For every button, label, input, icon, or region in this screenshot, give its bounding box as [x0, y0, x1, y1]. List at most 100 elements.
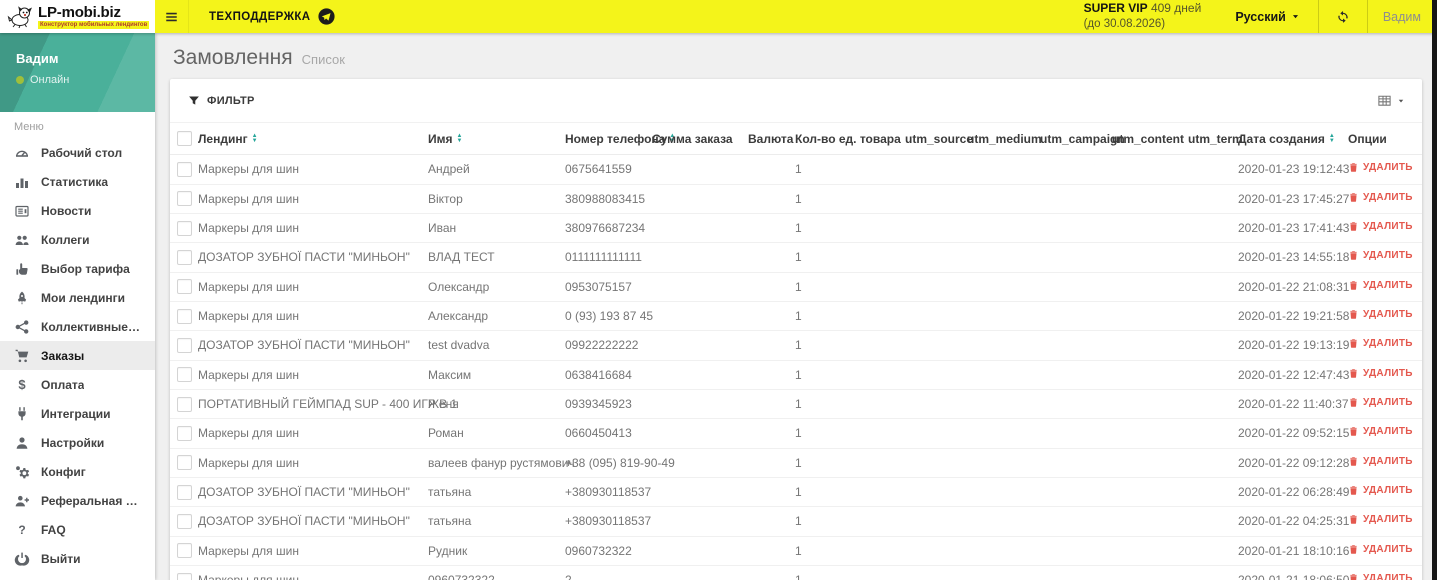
table-row: Маркеры для шин Рудник 0960732322 1 2020…: [170, 535, 1422, 566]
language-selector[interactable]: Русский: [1217, 0, 1318, 33]
column-header-utm-term: utm_term: [1188, 123, 1243, 156]
question-icon: ?: [18, 522, 26, 537]
row-checkbox[interactable]: [177, 308, 192, 324]
page-header: Замовлення Список: [170, 33, 1422, 79]
delete-button[interactable]: УДАЛИТЬ: [1348, 368, 1413, 379]
column-header-name[interactable]: Имя ▲ ▼: [428, 123, 565, 156]
cell-landing: ДОЗАТОР ЗУБНОЇ ПАСТИ "МИНЬОН": [198, 242, 428, 273]
sidebar-item[interactable]: Реферальная программа: [0, 486, 155, 515]
funnel-icon: [188, 95, 200, 107]
delete-button[interactable]: УДАЛИТЬ: [1348, 456, 1413, 467]
sidebar-item[interactable]: Мои лендинги: [0, 283, 155, 312]
sidebar-item[interactable]: Статистика: [0, 167, 155, 196]
row-checkbox[interactable]: [177, 338, 192, 354]
row-checkbox[interactable]: [177, 367, 192, 383]
cell-utm-content: [1112, 418, 1188, 449]
delete-button[interactable]: УДАЛИТЬ: [1348, 162, 1413, 173]
cell-qty: 1: [795, 162, 802, 177]
sidebar-item[interactable]: $ Оплата: [0, 370, 155, 399]
delete-button[interactable]: УДАЛИТЬ: [1348, 397, 1413, 408]
cell-options: УДАЛИТЬ: [1348, 359, 1422, 390]
cell-qty: 1: [795, 476, 905, 507]
sidebar-item[interactable]: Новости: [0, 196, 155, 225]
row-checkbox[interactable]: [177, 162, 192, 178]
topbar-yellow-area: ТЕХПОДДЕРЖКА SUPER VIP 409 дней (до 30.0…: [155, 0, 1437, 33]
delete-button[interactable]: УДАЛИТЬ: [1348, 221, 1413, 232]
sidebar-item[interactable]: Настройки: [0, 428, 155, 457]
row-checkbox[interactable]: [177, 250, 192, 266]
cell-phone: 09922222222: [565, 330, 652, 361]
table-row: Маркеры для шин Александр 0 (93) 193 87 …: [170, 300, 1422, 331]
column-header-created[interactable]: Дата создания ▲ ▼: [1238, 123, 1348, 156]
delete-button[interactable]: УДАЛИТЬ: [1348, 309, 1413, 320]
sidebar-item-label: Реферальная программа: [41, 493, 141, 508]
delete-button[interactable]: УДАЛИТЬ: [1348, 192, 1413, 203]
filter-button[interactable]: ФИЛЬТР: [188, 95, 255, 107]
cell-created: 2020-01-22 09:52:15: [1238, 418, 1349, 449]
delete-button[interactable]: УДАЛИТЬ: [1348, 338, 1413, 349]
sidebar-item[interactable]: Выбор тарифа: [0, 254, 155, 283]
cell-options: УДАЛИТЬ: [1348, 330, 1422, 361]
row-checkbox[interactable]: [177, 220, 192, 236]
news-icon: [14, 203, 30, 219]
cell-utm-source: [905, 506, 967, 537]
cell-utm-campaign: [1040, 506, 1112, 537]
cell-options: УДАЛИТЬ: [1348, 212, 1422, 243]
vertical-scrollbar[interactable]: [1432, 0, 1437, 580]
sidebar-item[interactable]: ? FAQ: [0, 515, 155, 544]
row-checkbox[interactable]: [177, 396, 192, 412]
sidebar-item[interactable]: Коллеги: [0, 225, 155, 254]
sidebar-item[interactable]: Рабочий стол: [0, 138, 155, 167]
sidebar-item[interactable]: Интеграции: [0, 399, 155, 428]
cell-name: Роман: [428, 418, 565, 449]
row-checkbox[interactable]: [177, 543, 192, 559]
table-header-row: Лендинг ▲ ▼ Имя ▲ ▼ Номер телефона ▲ ▼ Сумма з…: [170, 123, 1422, 156]
support-button[interactable]: ТЕХПОДДЕРЖКА: [189, 0, 355, 33]
cell-phone: +380930118537: [565, 506, 652, 537]
hamburger-icon: [164, 10, 179, 24]
cell-qty: 1: [795, 330, 905, 361]
cell-utm-content: [1112, 271, 1188, 302]
column-header-phone[interactable]: Номер телефона ▲ ▼: [565, 123, 675, 156]
row-checkbox[interactable]: [177, 191, 192, 207]
cell-options: УДАЛИТЬ: [1348, 476, 1422, 507]
columns-settings-button[interactable]: [1377, 93, 1405, 108]
column-header-landing[interactable]: Лендинг ▲ ▼: [198, 123, 428, 156]
row-checkbox[interactable]: [177, 279, 192, 295]
cell-utm-campaign: [1040, 242, 1112, 273]
delete-button[interactable]: УДАЛИТЬ: [1348, 280, 1413, 291]
cell-created: 2020-01-21 18:06:50: [1238, 564, 1349, 580]
cell-utm-campaign: [1040, 271, 1112, 302]
delete-button[interactable]: УДАЛИТЬ: [1348, 426, 1413, 437]
row-checkbox[interactable]: [177, 455, 192, 471]
logo-subtitle: Конструктор мобильных лендингов: [38, 20, 150, 29]
cell-utm-term: [1188, 359, 1238, 390]
cell-utm-medium: [967, 183, 1040, 214]
delete-button[interactable]: УДАЛИТЬ: [1348, 514, 1413, 525]
row-checkbox[interactable]: [177, 514, 192, 530]
sidebar-item[interactable]: Заказы: [0, 341, 155, 370]
plan-until: (до 30.08.2026): [1083, 17, 1166, 30]
cell-utm-source: [905, 359, 967, 390]
row-checkbox[interactable]: [177, 484, 192, 500]
delete-button[interactable]: УДАЛИТЬ: [1348, 544, 1413, 555]
row-checkbox[interactable]: [177, 572, 192, 580]
delete-button[interactable]: УДАЛИТЬ: [1348, 485, 1413, 496]
refresh-button[interactable]: [1319, 0, 1367, 33]
row-checkbox[interactable]: [177, 426, 192, 442]
cell-qty: 1: [795, 418, 905, 449]
delete-button[interactable]: УДАЛИТЬ: [1348, 573, 1413, 580]
topbar-user-menu[interactable]: Вадим: [1368, 0, 1437, 33]
sidebar-item[interactable]: Коллективные лендинги: [0, 312, 155, 341]
sidebar-item[interactable]: Выйти: [0, 544, 155, 573]
select-all-checkbox[interactable]: [177, 131, 192, 147]
cell-phone: 0675641559: [565, 162, 632, 177]
cell-utm-campaign: [1040, 564, 1112, 580]
cell-sum: [652, 476, 748, 507]
sidebar-toggle-button[interactable]: [155, 0, 189, 33]
cell-utm-source: [905, 388, 967, 419]
sidebar-item[interactable]: Конфиг: [0, 457, 155, 486]
cell-created: 2020-01-22 06:28:49: [1238, 476, 1349, 507]
delete-button[interactable]: УДАЛИТЬ: [1348, 250, 1413, 261]
cell-name: Віктор: [428, 183, 565, 214]
